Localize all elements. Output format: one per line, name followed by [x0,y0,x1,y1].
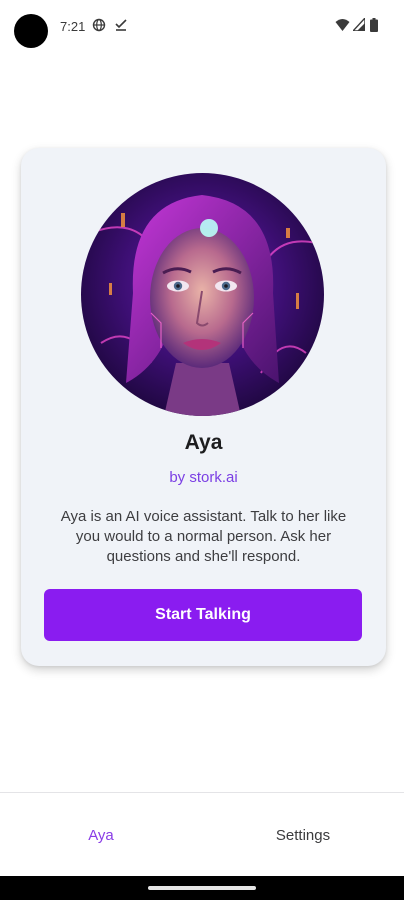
system-navigation-bar [0,876,404,900]
assistant-description: Aya is an AI voice assistant. Talk to he… [60,508,347,565]
avatar [81,173,324,416]
start-talking-button[interactable]: Start Talking [44,589,362,641]
signal-icon [353,18,365,31]
tab-settings[interactable]: Settings [202,793,404,877]
bottom-navigation: Aya Settings [0,792,404,876]
battery-icon [370,18,378,32]
globe-icon [92,18,106,32]
app-screen: 7:21 Aya by stork.ai Aya is an AI voice … [0,0,404,900]
assistant-card: Aya by stork.ai Aya is an AI voice assis… [21,148,386,666]
ai-woman-portrait-icon [81,173,324,416]
tab-aya[interactable]: Aya [0,793,202,877]
home-indicator[interactable] [148,886,256,890]
status-bar: 7:21 [0,0,404,52]
wifi-icon [335,19,350,31]
check-icon [115,19,127,31]
assistant-name: Aya [184,431,223,454]
assistant-byline: by stork.ai [169,469,238,486]
status-time: 7:21 [60,19,86,34]
front-camera [14,14,48,48]
